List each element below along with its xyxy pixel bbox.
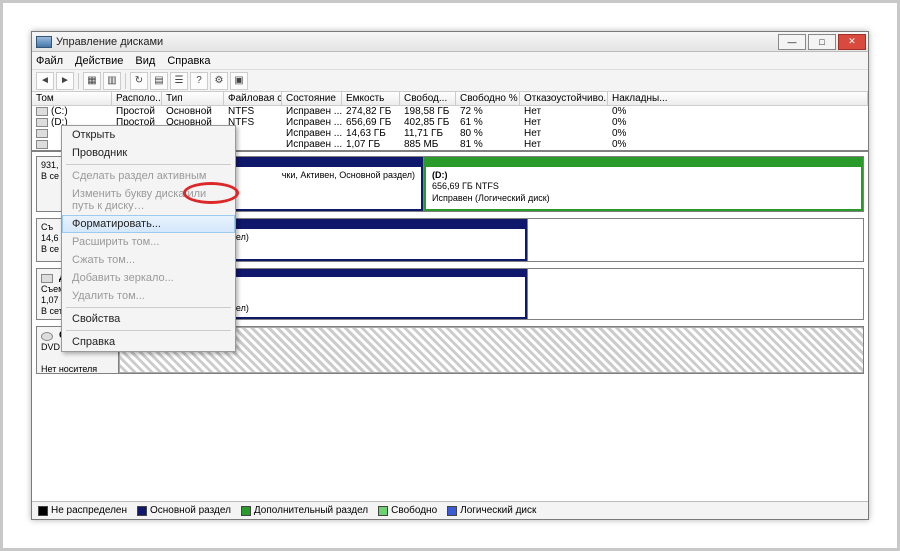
app-icon [36,36,52,48]
ctx-change-letter: Изменить букву диска или путь к диску… [62,185,235,215]
toolbar-icon[interactable]: ⚙ [210,72,228,90]
toolbar-icon[interactable]: ☰ [170,72,188,90]
minimize-button[interactable]: — [778,34,806,50]
menu-view[interactable]: Вид [135,55,155,67]
drive-icon [36,140,48,149]
col-status[interactable]: Состояние [282,92,342,106]
menu-help[interactable]: Справка [167,55,210,67]
drive-icon [36,107,48,116]
toolbar-icon[interactable]: ▣ [230,72,248,90]
col-fault[interactable]: Отказоустойчиво... [520,92,608,106]
col-volume[interactable]: Том [32,92,112,106]
swatch-unalloc [38,506,48,516]
col-filesystem[interactable]: Файловая с... [224,92,282,106]
grid-header: Том Располо... Тип Файловая с... Состоян… [32,92,868,106]
context-menu: Открыть Проводник Сделать раздел активны… [61,125,236,352]
back-button[interactable]: ◄ [36,72,54,90]
toolbar-icon[interactable]: ▦ [83,72,101,90]
swatch-free [378,506,388,516]
ctx-format[interactable]: Форматировать... [62,215,235,233]
col-free[interactable]: Свобод... [400,92,456,106]
ctx-delete: Удалить том... [62,287,235,305]
ctx-open[interactable]: Открыть [62,126,235,144]
ctx-help[interactable]: Справка [62,333,235,351]
col-layout[interactable]: Располо... [112,92,162,106]
close-button[interactable]: ✕ [838,34,866,50]
drive-icon [41,274,53,283]
help-icon[interactable]: ? [190,72,208,90]
window-title: Управление дисками [56,36,163,48]
ctx-make-active: Сделать раздел активным [62,167,235,185]
swatch-extended [241,506,251,516]
legend: Не распределен Основной раздел Дополните… [32,501,868,519]
col-capacity[interactable]: Емкость [342,92,400,106]
ctx-properties[interactable]: Свойства [62,310,235,328]
menubar: Файл Действие Вид Справка [32,52,868,70]
drive-icon [36,118,48,127]
refresh-icon[interactable]: ↻ [130,72,148,90]
ctx-shrink: Сжать том... [62,251,235,269]
ctx-explorer[interactable]: Проводник [62,144,235,162]
ctx-extend: Расширить том... [62,233,235,251]
col-freepct[interactable]: Свободно % [456,92,520,106]
partition-d[interactable]: (D:) 656,69 ГБ NTFS Исправен (Логический… [424,157,863,211]
titlebar[interactable]: Управление дисками — □ ✕ [32,32,868,52]
table-row[interactable]: (C:)ПростойОсновнойNTFSИсправен ...274,8… [32,106,868,117]
cdrom-icon [41,332,53,341]
drive-icon [36,129,48,138]
swatch-logical [447,506,457,516]
toolbar: ◄ ► ▦ ▥ ↻ ▤ ☰ ? ⚙ ▣ [32,70,868,92]
menu-file[interactable]: Файл [36,55,63,67]
toolbar-icon[interactable]: ▤ [150,72,168,90]
ctx-mirror: Добавить зеркало... [62,269,235,287]
toolbar-icon[interactable]: ▥ [103,72,121,90]
col-overhead[interactable]: Накладны... [608,92,868,106]
maximize-button[interactable]: □ [808,34,836,50]
swatch-primary [137,506,147,516]
menu-action[interactable]: Действие [75,55,123,67]
forward-button[interactable]: ► [56,72,74,90]
col-type[interactable]: Тип [162,92,224,106]
